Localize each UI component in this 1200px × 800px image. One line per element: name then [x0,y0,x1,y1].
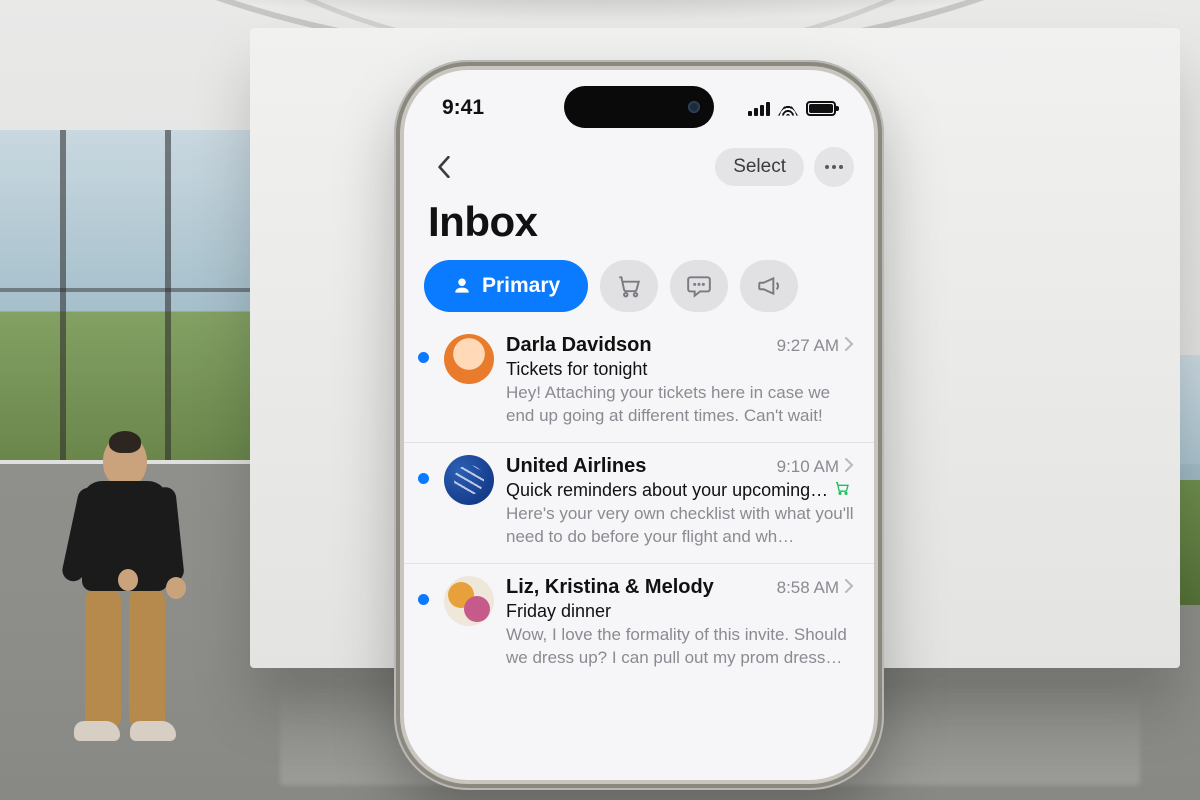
more-button[interactable] [814,147,854,187]
select-button[interactable]: Select [715,148,804,186]
tab-primary[interactable]: Primary [424,260,588,312]
email-sender: Darla Davidson [506,334,769,357]
email-sender: United Airlines [506,455,769,478]
cellular-signal-icon [748,101,770,116]
wifi-icon [778,101,798,116]
stage-background: 9:41 Select [0,0,1200,800]
email-row[interactable]: Liz, Kristina & Melody 8:58 AM Friday di… [404,563,874,684]
megaphone-icon [756,273,782,299]
unread-dot-icon [418,594,429,605]
email-row[interactable]: United Airlines 9:10 AM Quick reminders … [404,442,874,563]
tab-primary-label: Primary [482,274,560,298]
status-bar: 9:41 [404,88,874,128]
email-time: 8:58 AM [777,578,839,598]
unread-dot-icon [418,352,429,363]
email-preview: Here's your very own checklist with what… [506,503,854,549]
email-subject: Quick reminders about your upcoming… [506,480,854,501]
avatar [444,576,494,626]
email-subject: Friday dinner [506,601,854,622]
status-time: 9:41 [442,96,484,120]
venue-window-left [0,130,250,460]
select-label: Select [733,156,786,178]
battery-icon [806,101,836,116]
shopping-cart-icon [616,273,642,299]
email-time: 9:10 AM [777,457,839,477]
email-subject-text: Quick reminders about your upcoming… [506,480,828,501]
ellipsis-icon [825,165,843,169]
chat-bubble-icon [686,273,712,299]
presenter-person [60,435,190,765]
email-row[interactable]: Darla Davidson 9:27 AM Tickets for tonig… [404,322,874,442]
chevron-right-icon [845,579,854,598]
nav-bar: Select [424,142,854,192]
chevron-right-icon [845,458,854,477]
phone-screen: 9:41 Select [404,70,874,780]
email-list: Darla Davidson 9:27 AM Tickets for tonig… [404,322,874,684]
tab-shopping[interactable] [600,260,658,312]
email-time: 9:27 AM [777,336,839,356]
avatar [444,334,494,384]
chevron-right-icon [845,337,854,356]
avatar [444,455,494,505]
unread-dot-icon [418,473,429,484]
chevron-left-icon [437,156,451,178]
back-button[interactable] [424,147,464,187]
page-title: Inbox [428,198,854,246]
email-preview: Hey! Attaching your tickets here in case… [506,382,854,428]
tab-promotions[interactable] [740,260,798,312]
email-preview: Wow, I love the formality of this invite… [506,624,854,670]
tab-updates[interactable] [670,260,728,312]
category-tabs: Primary [424,260,854,312]
iphone-device-frame: 9:41 Select [394,60,884,790]
person-icon [452,276,472,296]
shopping-badge-icon [834,480,850,501]
email-sender: Liz, Kristina & Melody [506,576,769,599]
email-subject: Tickets for tonight [506,359,854,380]
